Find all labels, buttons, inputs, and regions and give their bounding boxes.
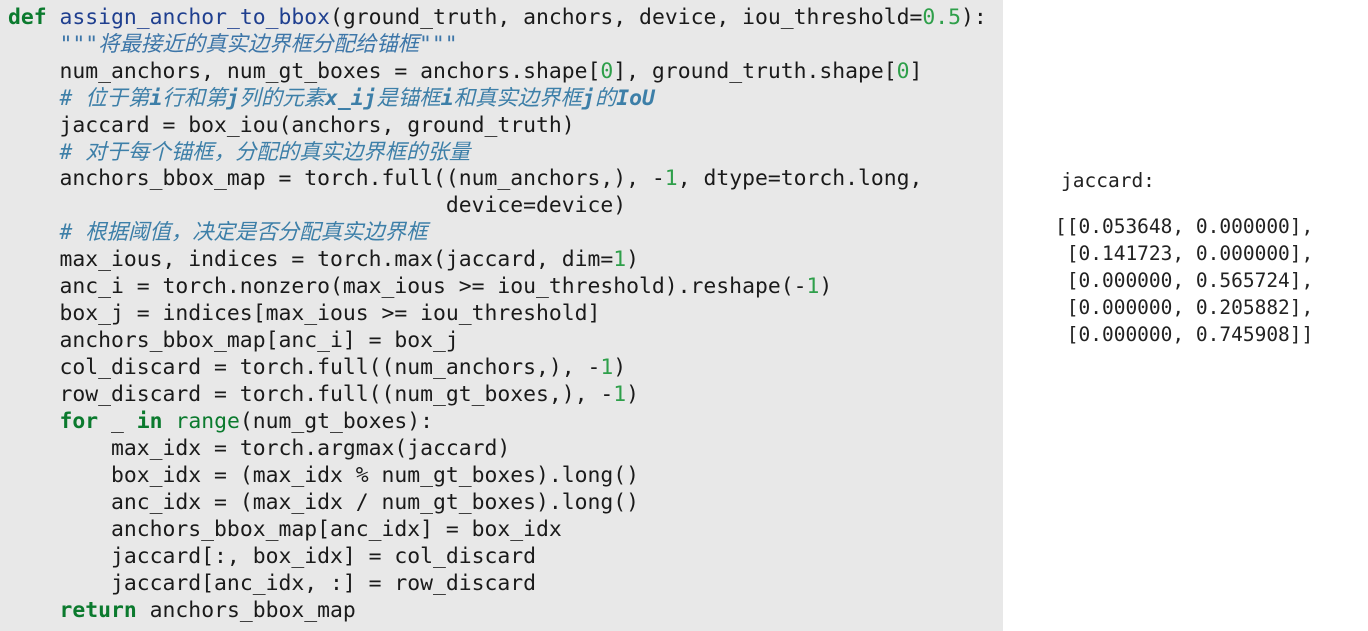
builtin-range: range xyxy=(175,409,240,434)
comment-text: x_ij xyxy=(325,86,377,111)
number-literal: 1 xyxy=(664,166,678,191)
code-text: ], ground_truth.shape[ xyxy=(613,59,897,84)
comment: # 根据阈值，决定是否分配真实边界框 xyxy=(59,220,428,245)
output-label: jaccard: xyxy=(1061,169,1155,192)
code-text: ) xyxy=(613,355,627,380)
code-text: row_discard = torch.full((num_gt_boxes,)… xyxy=(59,382,614,407)
code-cell[interactable]: def assign_anchor_to_bbox(ground_truth, … xyxy=(0,0,1003,631)
code-line: jaccard = box_iou(anchors, ground_truth) xyxy=(8,112,575,139)
code-text: anc_i = torch.nonzero(max_ious >= iou_th… xyxy=(59,274,807,299)
code-text: anchors_bbox_map[anc_i] = box_j xyxy=(59,328,459,353)
code-text: box_j = indices[max_ious >= iou_threshol… xyxy=(59,301,601,326)
code-text: jaccard[anc_idx, :] = row_discard xyxy=(111,571,537,596)
code-text: num_anchors, num_gt_boxes = anchors.shap… xyxy=(59,59,601,84)
comment: # 位于第i行和第j列的元素x_ij是锚框i和真实边界框j的IoU xyxy=(60,86,655,111)
code-text: box_idx = (max_idx % num_gt_boxes).long(… xyxy=(111,463,640,488)
code-text: ): xyxy=(961,5,987,30)
comment-text: i xyxy=(149,86,163,111)
code-line: max_ious, indices = torch.max(jaccard, d… xyxy=(8,246,640,273)
comment-text: 是锚框 xyxy=(376,86,441,111)
code-text: (num_gt_boxes): xyxy=(239,409,434,434)
docstring: """将最接近的真实边界框分配给锚框""" xyxy=(59,32,458,57)
code-text: (ground_truth, anchors, device, iou_thre… xyxy=(329,5,923,30)
comment-text: IoU xyxy=(616,86,655,111)
code-line: box_j = indices[max_ious >= iou_threshol… xyxy=(8,300,601,327)
number-literal: 0 xyxy=(896,59,910,84)
keyword-def: def xyxy=(8,5,47,30)
keyword-in: in xyxy=(136,409,163,434)
code-text: anchors_bbox_map = torch.full((num_ancho… xyxy=(59,166,665,191)
code-text: anc_idx = (max_idx / num_gt_boxes).long(… xyxy=(111,490,640,515)
number-literal: 1 xyxy=(806,274,820,299)
code-line-for: for _ in range(num_gt_boxes): xyxy=(8,408,434,435)
code-line: jaccard[:, box_idx] = col_discard xyxy=(8,543,536,570)
output-row: [0.141723, 0.000000], xyxy=(1055,242,1314,265)
code-text: ) xyxy=(626,382,640,407)
code-line: anc_i = torch.nonzero(max_ious >= iou_th… xyxy=(8,273,833,300)
comment-text: j xyxy=(226,86,240,111)
comment-text: 行和第 xyxy=(162,86,227,111)
code-text: device=device) xyxy=(445,193,627,218)
comment: # 对于每个锚框，分配的真实边界框的张量 xyxy=(59,140,471,165)
function-name: assign_anchor_to_bbox xyxy=(59,5,330,30)
code-text: max_idx = torch.argmax(jaccard) xyxy=(111,436,511,461)
code-text: jaccard = box_iou(anchors, ground_truth) xyxy=(59,113,575,138)
output-row: [[0.053648, 0.000000], xyxy=(1055,215,1314,238)
code-text: ) xyxy=(626,247,640,272)
code-line: anchors_bbox_map[anc_idx] = box_idx xyxy=(8,516,562,543)
code-line: anc_idx = (max_idx / num_gt_boxes).long(… xyxy=(8,489,639,516)
code-line-docstring: """将最接近的真实边界框分配给锚框""" xyxy=(8,31,458,58)
comment-text: # 位于第 xyxy=(59,86,150,111)
code-line: box_idx = (max_idx % num_gt_boxes).long(… xyxy=(8,462,639,489)
comment-text: j xyxy=(581,86,595,111)
output-row: [0.000000, 0.205882], xyxy=(1055,296,1314,319)
keyword-for: for xyxy=(59,409,99,434)
code-text: , dtype=torch.long, xyxy=(677,166,923,191)
number-literal: 1 xyxy=(613,247,627,272)
code-line: jaccard[anc_idx, :] = row_discard xyxy=(8,570,536,597)
number-literal: 1 xyxy=(613,382,627,407)
code-line: anchors_bbox_map[anc_i] = box_j xyxy=(8,327,459,354)
code-line: num_anchors, num_gt_boxes = anchors.shap… xyxy=(8,58,923,85)
keyword-return: return xyxy=(59,598,137,623)
code-line-comment: # 对于每个锚框，分配的真实边界框的张量 xyxy=(8,139,471,166)
comment-text: 列的元素 xyxy=(239,86,325,111)
code-line-comment: # 根据阈值，决定是否分配真实边界框 xyxy=(8,219,428,246)
code-text: max_ious, indices = torch.max(jaccard, d… xyxy=(59,247,614,272)
code-line: anchors_bbox_map = torch.full((num_ancho… xyxy=(8,165,923,192)
comment-text: 的 xyxy=(594,86,617,111)
output-panel: jaccard: [[0.053648, 0.000000], [0.14172… xyxy=(1003,0,1368,631)
code-text: anchors_bbox_map xyxy=(136,598,356,623)
comment-text: 和真实边界框 xyxy=(453,86,582,111)
comment-text: i xyxy=(440,86,454,111)
code-text: jaccard[:, box_idx] = col_discard xyxy=(111,544,537,569)
number-literal: 0.5 xyxy=(922,5,962,30)
code-line: max_idx = torch.argmax(jaccard) xyxy=(8,435,510,462)
code-text: anchors_bbox_map[anc_idx] = box_idx xyxy=(111,517,562,542)
output-row: [0.000000, 0.745908]] xyxy=(1055,323,1314,346)
code-text: _ xyxy=(98,409,137,434)
code-text: ) xyxy=(819,274,833,299)
code-line: device=device) xyxy=(8,192,626,219)
code-text: ] xyxy=(909,59,923,84)
code-line: col_discard = torch.full((num_anchors,),… xyxy=(8,354,627,381)
code-text: col_discard = torch.full((num_anchors,),… xyxy=(59,355,601,380)
code-line-return: return anchors_bbox_map xyxy=(8,597,356,624)
number-literal: 0 xyxy=(600,59,614,84)
number-literal: 1 xyxy=(600,355,614,380)
code-line-comment: # 位于第i行和第j列的元素x_ij是锚框i和真实边界框j的IoU xyxy=(8,85,655,112)
output-row: [0.000000, 0.565724], xyxy=(1055,269,1314,292)
code-line: row_discard = torch.full((num_gt_boxes,)… xyxy=(8,381,640,408)
code-line-def: def assign_anchor_to_bbox(ground_truth, … xyxy=(8,4,987,31)
